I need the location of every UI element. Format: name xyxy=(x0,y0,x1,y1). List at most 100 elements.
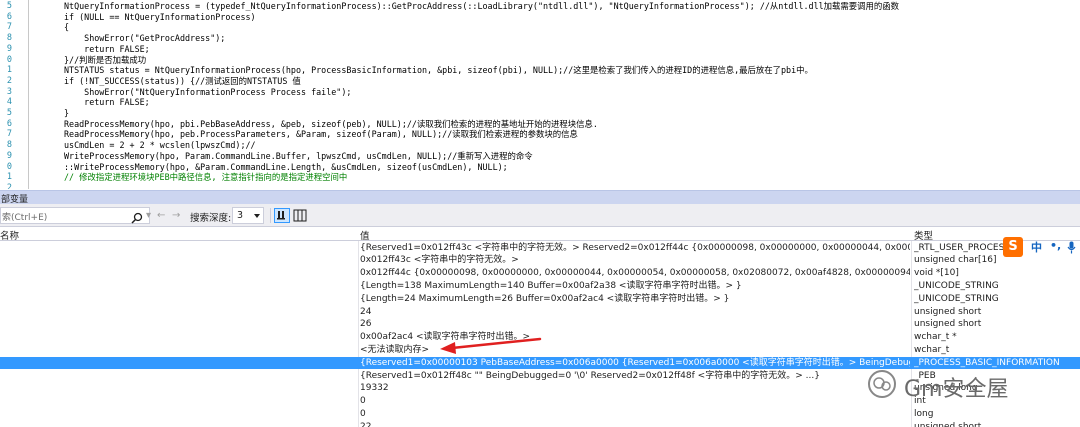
value-cell[interactable]: {Reserved1=0x012ff43c <字符串中的字符无效。> Reser… xyxy=(360,242,910,255)
code-line[interactable]: NTSTATUS status = NtQueryInformationProc… xyxy=(64,65,813,76)
code-line[interactable]: if (!NT_SUCCESS(status)) {//测试返回的NTSTATU… xyxy=(64,76,301,87)
line-number: 8 xyxy=(6,33,12,44)
value-cell[interactable]: 0x012ff44c {0x00000098, 0x00000000, 0x00… xyxy=(360,267,910,280)
value-cell[interactable]: 19332 xyxy=(360,382,910,395)
ime-toolbar[interactable]: S 中 •, xyxy=(1003,237,1080,257)
code-token: { xyxy=(64,22,70,33)
value-cell[interactable]: 0 xyxy=(360,395,910,408)
code-line[interactable]: ::WriteProcessMemory(hpo, &Param.Command… xyxy=(64,162,508,173)
value-cell[interactable]: <无法读取内存> xyxy=(360,344,910,357)
type-cell: _UNICODE_STRING xyxy=(914,280,999,291)
code-line[interactable]: ShowError("GetProcAddress"); xyxy=(64,33,225,44)
code-line[interactable]: NtQueryInformationProcess = (typedef_NtQ… xyxy=(64,1,899,12)
code-token: ShowError("GetProcAddress"); xyxy=(64,33,226,44)
code-line[interactable]: WriteProcessMemory(hpo, Param.CommandLin… xyxy=(64,151,533,162)
code-line[interactable]: return FALSE; xyxy=(64,97,150,108)
column-layout-icon[interactable] xyxy=(293,208,307,223)
locals-row[interactable]: Buffer0x00af2ac4 <读取字符串字符时出错。>wchar_t * xyxy=(0,331,1080,344)
watermark: Gm安全屋 xyxy=(868,367,1080,402)
search-dropdown-icon[interactable]: ▾ xyxy=(146,210,151,221)
value-cell[interactable]: 24 xyxy=(360,306,910,319)
code-token: NTSTATUS status = NtQueryInformationProc… xyxy=(64,65,813,76)
locals-row[interactable]: <无法读取内存> wchar_t xyxy=(0,344,1080,357)
value-cell[interactable]: {Length=24 MaximumLength=26 Buffer=0x00a… xyxy=(360,293,910,306)
line-number-gutter: 567890123456789012 xyxy=(0,0,14,189)
code-line[interactable]: ReadProcessMemory(hpo, peb.ProcessParame… xyxy=(64,129,578,140)
locals-window-title: 部变量 xyxy=(0,190,1080,205)
ime-punctuation-toggle[interactable]: •, xyxy=(1050,239,1061,252)
chevron-down-icon xyxy=(254,214,260,218)
type-cell: unsigned short xyxy=(914,421,982,427)
line-number: 9 xyxy=(6,150,12,161)
code-token: ::WriteProcessMemory(hpo, &Param.Command… xyxy=(64,161,508,172)
type-cell: unsigned short xyxy=(914,306,982,317)
value-cell[interactable]: 0x00af2ac4 <读取字符串字符时出错。> xyxy=(360,331,910,344)
code-line[interactable]: ShowError("NtQueryInformationProcess Pro… xyxy=(64,87,351,98)
locals-row[interactable]: ImagePathName{Length=138 MaximumLength=1… xyxy=(0,280,1080,293)
line-number: 5 xyxy=(6,1,12,11)
outline-margin xyxy=(24,0,34,189)
pin-filter-icon[interactable] xyxy=(274,208,290,223)
watermark-text: Gm安全屋 xyxy=(904,377,1009,402)
code-token: return FALSE; xyxy=(64,43,150,54)
code-line[interactable]: return FALSE; xyxy=(64,44,150,55)
locals-row[interactable]: Reserved10x012ff43c <字符串中的字符无效。>unsigned… xyxy=(0,254,1080,267)
search-depth-label: 搜索深度: xyxy=(190,213,232,224)
code-token: ReadProcessMemory(hpo, peb.ProcessParame… xyxy=(64,129,578,140)
column-header-type[interactable]: 类型 xyxy=(914,228,933,242)
value-cell[interactable]: 0x012ff43c <字符串中的字符无效。> xyxy=(360,254,910,267)
value-cell[interactable]: {Reserved1=0x00000103 PebBaseAddress=0x0… xyxy=(360,357,910,370)
back-arrow-icon[interactable]: ← xyxy=(157,210,165,221)
code-line[interactable]: usCmdLen = 2 + 2 * wcslen(lpwszCmd);// xyxy=(64,140,256,151)
search-depth-select[interactable]: 3 xyxy=(232,207,264,224)
locals-toolbar: 索(Ctrl+E) ▾ ← → 搜索深度: 3 xyxy=(0,204,1080,227)
locals-row[interactable]: Length24unsigned short xyxy=(0,306,1080,319)
search-icon[interactable] xyxy=(131,212,143,224)
code-line[interactable]: // 修改指定进程环境块PEB中路径信息, 注意指针指向的是指定进程空间中 xyxy=(64,172,347,183)
ime-language-toggle[interactable]: 中 xyxy=(1031,239,1042,255)
locals-row[interactable]: status0long xyxy=(0,408,1080,421)
locals-row[interactable]: CommandLine⊸{Length=24 MaximumLength=26 … xyxy=(0,293,1080,306)
locals-row[interactable]: MaximumLength26unsigned short xyxy=(0,318,1080,331)
type-cell: wchar_t * xyxy=(914,332,957,343)
line-number: 6 xyxy=(6,118,12,129)
locals-row[interactable]: usCmdLen22unsigned short xyxy=(0,421,1080,427)
code-token: ShowError("NtQueryInformationProcess Pro… xyxy=(64,86,352,97)
code-token: } xyxy=(64,108,70,118)
value-cell[interactable]: 0 xyxy=(360,408,910,421)
code-line[interactable]: if (NULL == NtQueryInformationProcess) xyxy=(64,12,256,23)
line-number: 5 xyxy=(6,108,12,118)
column-header-name[interactable]: 名称 xyxy=(0,228,19,242)
line-number: 2 xyxy=(6,75,12,86)
code-token: // 修改指定进程环境块PEB中路径信息, 注意指针指向的是指定进程空间中 xyxy=(64,172,348,183)
column-header-value[interactable]: 值 xyxy=(360,228,370,242)
code-line[interactable]: { xyxy=(64,22,69,33)
value-cell[interactable]: {Length=138 MaximumLength=140 Buffer=0x0… xyxy=(360,280,910,293)
search-placeholder: 索(Ctrl+E) xyxy=(2,213,48,223)
value-cell[interactable]: {Reserved1=0x012ff48c "" BeingDebugged=0… xyxy=(360,370,910,383)
value-cell[interactable]: 22 xyxy=(360,421,910,427)
microphone-icon[interactable] xyxy=(1067,241,1076,254)
search-input[interactable]: 索(Ctrl+E) xyxy=(0,207,150,224)
code-token: ReadProcessMemory(hpo, pbi.PebBaseAddres… xyxy=(64,118,598,129)
code-editor[interactable]: 567890123456789012 NtQueryInformationPro… xyxy=(0,0,1080,189)
code-line[interactable]: } xyxy=(64,108,69,119)
sogou-logo-icon[interactable]: S xyxy=(1003,237,1023,257)
locals-row[interactable]: Param{Reserved1=0x012ff43c <字符串中的字符无效。> … xyxy=(0,242,1080,255)
line-number: 1 xyxy=(6,65,12,76)
code-token: usCmdLen = 2 + 2 * wcslen(lpwszCmd);// xyxy=(64,140,256,151)
code-token: return FALSE; xyxy=(64,97,150,108)
value-cell[interactable]: 26 xyxy=(360,318,910,331)
code-line[interactable]: ReadProcessMemory(hpo, pbi.PebBaseAddres… xyxy=(64,119,598,130)
search-depth-value: 3 xyxy=(237,210,244,221)
forward-arrow-icon[interactable]: → xyxy=(172,210,180,221)
watermark-logo-icon xyxy=(868,370,896,398)
type-cell: unsigned short xyxy=(914,319,982,330)
code-line[interactable]: }//判断是否加载成功 xyxy=(64,55,146,66)
line-number: 2 xyxy=(6,182,12,189)
line-number: 7 xyxy=(6,129,12,140)
code-token: }//判断是否加载成功 xyxy=(64,54,147,65)
type-cell: long xyxy=(914,408,934,419)
type-cell: wchar_t xyxy=(914,344,950,355)
locals-row[interactable]: Reserved20x012ff44c {0x00000098, 0x00000… xyxy=(0,267,1080,280)
